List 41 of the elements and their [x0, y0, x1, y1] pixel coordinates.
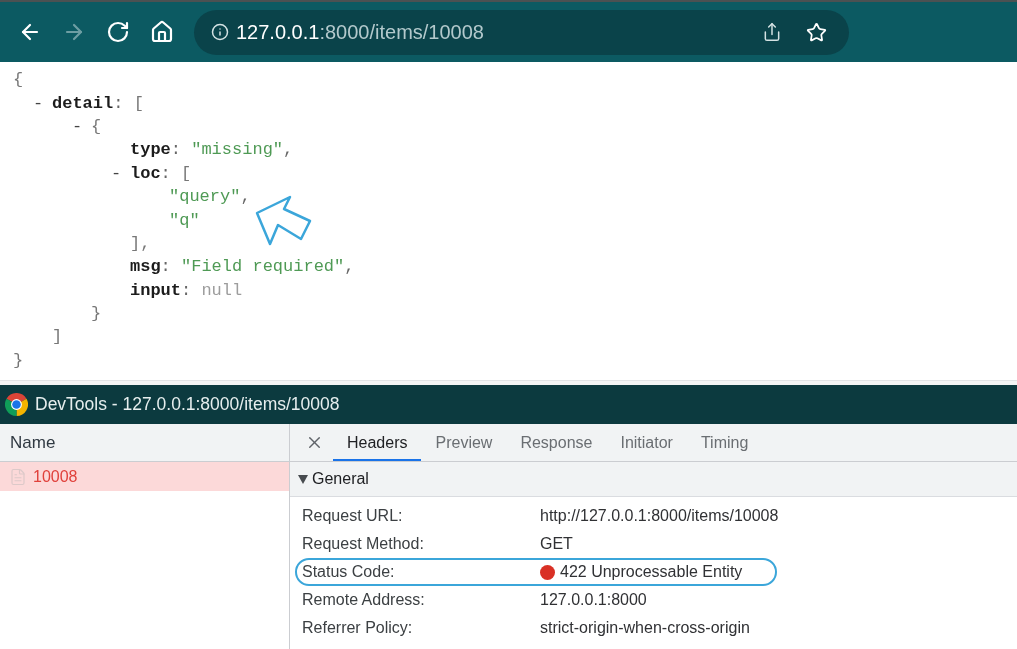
header-label: Request Method:	[302, 535, 424, 552]
collapse-toggle[interactable]: -	[32, 94, 44, 112]
json-line: ],	[130, 234, 151, 252]
header-value: 422 Unprocessable Entity	[560, 562, 743, 582]
header-value: GET	[540, 534, 573, 554]
tab[interactable]: Initiator	[606, 424, 687, 461]
json-line: msg: "Field required",	[130, 258, 355, 276]
json-line: "query",	[169, 188, 251, 206]
info-icon	[211, 23, 229, 41]
json-line: }	[13, 351, 24, 369]
document-icon	[9, 467, 27, 486]
header-label: Request URL:	[302, 507, 403, 524]
json-line: input: null	[130, 281, 243, 299]
header-label: Status Code:	[302, 563, 395, 580]
header-label: Referrer Policy:	[302, 619, 413, 636]
json-line: "q"	[169, 211, 200, 229]
json-line: type: "missing",	[130, 141, 294, 159]
header-label: Remote Address:	[302, 591, 425, 608]
header-value: 127.0.0.1:8000	[540, 590, 647, 610]
column-title: Name	[10, 431, 56, 454]
json-line: loc: [	[130, 164, 192, 182]
header-value: strict-origin-when-cross-origin	[540, 618, 750, 638]
reload-icon	[106, 20, 130, 44]
json-line: {	[13, 71, 24, 89]
url-text: 127.0.0.1:8000/items/10008	[236, 22, 484, 42]
collapse-toggle[interactable]: -	[71, 117, 83, 135]
tab[interactable]: Preview	[421, 424, 507, 461]
window-title: DevTools - 127.0.0.1:8000/items/10008	[35, 393, 340, 417]
header-value: http://127.0.0.1:8000/items/10008	[540, 506, 779, 526]
json-line: }	[91, 305, 102, 323]
json-line: ]	[52, 328, 63, 346]
share-icon	[762, 22, 782, 42]
tab[interactable]: Response	[506, 424, 607, 461]
section-header[interactable]: General	[290, 462, 1017, 497]
address-bar[interactable]: 127.0.0.1:8000/items/10008	[194, 9, 849, 55]
app-logo-icon	[5, 393, 28, 416]
json-line: detail: [	[52, 94, 144, 112]
tab[interactable]: Timing	[686, 424, 763, 461]
home-icon	[150, 20, 174, 44]
json-line: {	[91, 117, 102, 135]
collapse-toggle[interactable]: -	[110, 164, 122, 182]
